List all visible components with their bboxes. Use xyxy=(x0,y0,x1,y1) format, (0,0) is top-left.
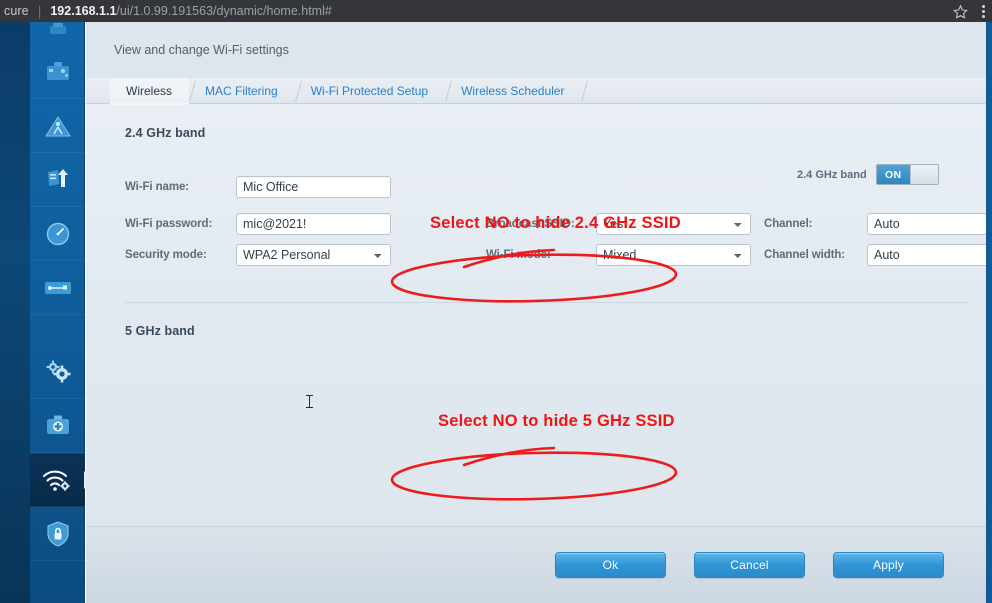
band-2-4ghz-column-secondary: Broadcast SSID: Yes Wi-Fi mode: Mixed xyxy=(486,208,751,271)
field-row-broadcast-ssid-24: Broadcast SSID: Yes xyxy=(486,208,751,239)
sidebar-item-alerts[interactable] xyxy=(30,99,85,153)
field-row-security-mode-24: Security mode: WPA2 Personal xyxy=(125,239,391,271)
field-row-wifi-name-24: Wi-Fi name: xyxy=(125,166,391,208)
address-bar-separator: | xyxy=(37,3,42,19)
speedometer-icon xyxy=(46,222,69,245)
label-wifi-password-24: Wi-Fi password: xyxy=(125,217,213,230)
sidebar-outer-strip xyxy=(0,22,30,603)
field-row-wifi-mode-24: Wi-Fi mode: Mixed xyxy=(486,239,751,271)
kebab-menu-icon[interactable] xyxy=(982,4,985,18)
sidebar-item-clipped-top[interactable] xyxy=(30,22,85,45)
text-cursor xyxy=(306,395,313,408)
band-2-4ghz-title: 2.4 GHz band xyxy=(125,126,206,140)
star-icon[interactable] xyxy=(953,4,968,19)
page-subtitle: View and change Wi-Fi settings xyxy=(86,22,992,78)
cancel-button[interactable]: Cancel xyxy=(694,552,805,578)
select-wifi-mode-24[interactable]: Mixed xyxy=(596,244,751,266)
sidebar-item-troubleshooting[interactable] xyxy=(30,399,85,453)
first-aid-kit-icon xyxy=(46,415,69,434)
toggle-2-4ghz-band[interactable]: ON xyxy=(875,164,939,185)
sidebar-item-settings[interactable] xyxy=(30,345,85,399)
browser-toolbar-right xyxy=(953,4,992,19)
sidebar-item-usb[interactable] xyxy=(30,261,85,315)
tab-wifi-protected-setup[interactable]: Wi-Fi Protected Setup xyxy=(295,78,445,104)
gears-icon xyxy=(46,360,70,382)
url-host: 192.168.1.1 xyxy=(50,4,117,18)
label-broadcast-ssid-24: Broadcast SSID: xyxy=(486,217,575,230)
toggle-state-2-4ghz: ON xyxy=(876,165,910,184)
sidebar-item-security[interactable] xyxy=(30,507,85,561)
sidebar-item-speed[interactable] xyxy=(30,207,85,261)
ok-button[interactable]: Ok xyxy=(555,552,666,578)
browser-window: cure | 192.168.1.1/ui/1.0.99.191563/dyna… xyxy=(0,0,992,603)
sidebar-item-update[interactable] xyxy=(30,153,85,207)
input-wifi-name-24[interactable] xyxy=(236,176,391,198)
band-2-4ghz-column-primary: Wi-Fi name: Wi-Fi password: Security mod… xyxy=(125,166,391,271)
action-bar: Ok Cancel Apply xyxy=(86,527,992,603)
field-row-channel-24: Channel: Auto xyxy=(764,208,992,239)
tab-bar: Wireless MAC Filtering Wi-Fi Protected S… xyxy=(86,78,992,105)
label-wifi-mode-24: Wi-Fi mode: xyxy=(486,249,551,261)
select-broadcast-ssid-24[interactable]: Yes xyxy=(596,212,751,235)
shield-lock-icon xyxy=(46,520,69,547)
security-indicator-text: cure xyxy=(4,4,29,18)
sidebar-nav xyxy=(30,22,85,603)
select-channel-24[interactable]: Auto xyxy=(867,212,992,235)
label-channel-width-24: Channel width: xyxy=(764,249,846,261)
sidebar-item-wifi[interactable] xyxy=(30,453,85,507)
page-refresh-icon xyxy=(47,168,68,187)
page-right-accent-strip xyxy=(986,22,992,603)
label-security-mode-24: Security mode: xyxy=(125,249,207,261)
toggle-row-2-4ghz: 2.4 GHz band ON xyxy=(797,164,939,185)
browser-address-bar[interactable]: cure | 192.168.1.1/ui/1.0.99.191563/dyna… xyxy=(0,0,992,22)
input-wifi-password-24[interactable] xyxy=(236,212,391,235)
tab-wireless[interactable]: Wireless xyxy=(110,78,190,105)
url-path: /ui/1.0.99.191563/dynamic/home.html# xyxy=(116,4,332,18)
toggle-knob-2-4ghz xyxy=(909,165,938,184)
address-bar-url[interactable]: 192.168.1.1/ui/1.0.99.191563/dynamic/hom… xyxy=(50,4,331,18)
router-admin-page: View and change Wi-Fi settings Wireless … xyxy=(86,22,992,603)
wireless-settings-panel: 2.4 GHz band Wi-Fi name: Wi-Fi password:… xyxy=(86,104,992,594)
label-wifi-name-24: Wi-Fi name: xyxy=(125,181,189,193)
toggle-label-2-4ghz: 2.4 GHz band xyxy=(797,168,867,181)
warning-triangle-icon xyxy=(44,115,71,136)
band-5ghz-title: 5 GHz band xyxy=(125,324,195,338)
band-5ghz-section: 5 GHz band Wi-Fi name: Wi-Fi password: S… xyxy=(86,302,992,594)
toolbox-icon xyxy=(46,61,69,80)
field-row-channel-width-24: Channel width: Auto xyxy=(764,239,992,271)
select-security-mode-24[interactable]: WPA2 Personal xyxy=(236,244,391,266)
field-row-wifi-password-24: Wi-Fi password: xyxy=(125,208,391,239)
printer-icon xyxy=(49,23,66,34)
sidebar-item-toolbox[interactable] xyxy=(30,45,85,99)
tab-wireless-scheduler[interactable]: Wireless Scheduler xyxy=(445,78,581,104)
apply-button[interactable]: Apply xyxy=(833,552,944,578)
label-channel-24: Channel: xyxy=(764,217,813,230)
band-2-4ghz-section: 2.4 GHz band Wi-Fi name: Wi-Fi password:… xyxy=(86,104,992,302)
usb-device-icon xyxy=(44,281,71,294)
wifi-gear-icon xyxy=(42,470,70,491)
band-2-4ghz-column-tertiary: Channel: Auto Channel width: Auto xyxy=(764,208,992,271)
tab-mac-filtering[interactable]: MAC Filtering xyxy=(189,78,295,104)
select-channel-width-24[interactable]: Auto xyxy=(867,244,992,266)
